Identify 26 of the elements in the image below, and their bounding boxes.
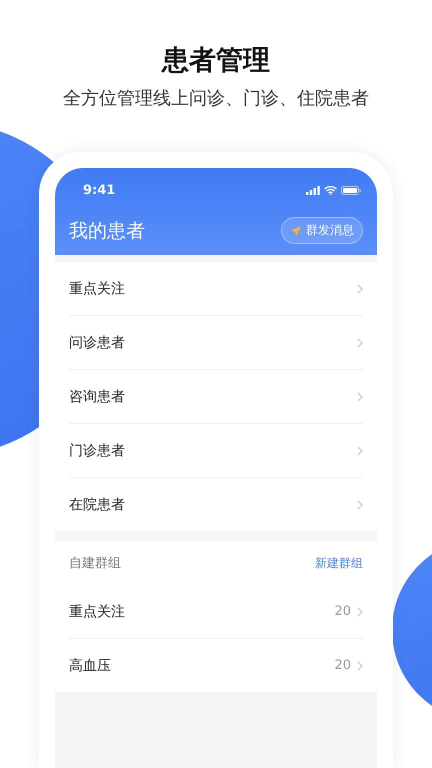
list-item[interactable]: 门诊患者 <box>69 424 363 478</box>
group-item[interactable]: 重点关注 20 <box>69 585 363 639</box>
section-title: 自建群组 <box>69 555 121 572</box>
signal-icon <box>306 186 320 194</box>
chevron-icon <box>357 606 363 616</box>
screen-title: 我的患者 <box>69 218 145 244</box>
wifi-icon <box>324 186 337 194</box>
list-item[interactable]: 问诊患者 <box>69 316 363 370</box>
chevron-icon <box>357 284 363 294</box>
battery-icon <box>341 186 361 194</box>
chevron-icon <box>357 500 363 510</box>
page-title: 患者管理 <box>162 44 270 78</box>
new-group-link[interactable]: 新建群组 <box>315 554 363 572</box>
chevron-icon <box>357 392 363 402</box>
status-time: 9:41 <box>83 182 116 198</box>
group-item[interactable]: 高血压 20 <box>69 639 363 692</box>
chevron-icon <box>357 446 363 456</box>
chevron-icon <box>357 338 363 348</box>
list-item[interactable]: 在院患者 <box>69 478 363 531</box>
page-subtitle: 全方位管理线上问诊、门诊、住院患者 <box>63 87 369 110</box>
member-count: 20 <box>334 604 351 619</box>
paper-plane-icon <box>290 224 302 236</box>
list-item[interactable]: 咨询患者 <box>69 370 363 424</box>
list-item[interactable]: 重点关注 <box>69 262 363 316</box>
chevron-icon <box>357 660 363 670</box>
member-count: 20 <box>334 658 351 673</box>
